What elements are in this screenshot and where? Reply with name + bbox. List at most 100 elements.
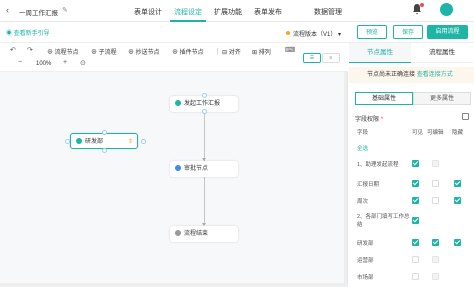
row-label: 运营部	[357, 258, 374, 264]
tab-form-design[interactable]: 表单设计	[134, 7, 162, 17]
zoom-level: 100%	[36, 61, 52, 67]
warning-text: 节点尚未正确连接	[367, 72, 416, 78]
row-label: 研发部	[357, 241, 374, 247]
flow-node-label: 流程节点	[54, 50, 79, 56]
visible-checkbox[interactable]	[412, 256, 419, 263]
editable-checkbox[interactable]	[432, 160, 439, 167]
expand-icon[interactable]	[462, 113, 469, 120]
warning-link[interactable]: 查看连接方式	[417, 72, 453, 78]
top-bar: ‹ 一周工作汇报 ✎ 表单设计 流程设定 扩展功能 表单发布 数据管理	[0, 0, 474, 22]
tab-flow-properties[interactable]: 流程属性	[411, 43, 473, 63]
toolbar-top: ↶ ↷ ⊕ 流程节点 ⊕ 子流程 ⊕ 抄送节点 ⊕ 插件节点 ⊟ 对齐 ⊞ 排列…	[0, 43, 348, 58]
review-node-icon	[175, 165, 181, 171]
insert-node-tool[interactable]: ⊕ 插件节点	[172, 47, 204, 56]
align-tool[interactable]: ⊟ 对齐	[222, 47, 241, 56]
field-permission-title: 字段权限 *	[355, 114, 383, 123]
align-label: 对齐	[228, 50, 241, 56]
end-node-label: 流程结束	[184, 231, 209, 237]
visible-checkbox[interactable]	[412, 217, 419, 224]
arrange-label: 排列	[258, 50, 271, 56]
visible-checkbox[interactable]	[412, 273, 419, 280]
dept-node-label: 研发部	[85, 139, 104, 145]
sub-bar: ◉ 查看新手引导 流程版本（V1） ▾ 预览 保存 启用流程	[0, 22, 474, 43]
view-toggle-horizontal[interactable]: ☰	[303, 53, 321, 63]
subtab-more[interactable]: 更多属性	[413, 92, 471, 105]
zoom-out-icon[interactable]: −	[18, 59, 22, 66]
cc-node-tool[interactable]: ⊕ 抄送节点	[128, 47, 160, 56]
row-label: 2、各部门填写工作总结	[357, 214, 410, 228]
editable-checkbox[interactable]	[432, 273, 439, 280]
permission-table-header: 字段 可见 可编辑 隐藏	[355, 128, 471, 138]
start-node-icon	[175, 100, 181, 106]
version-status-dot	[286, 31, 290, 35]
version-select[interactable]: 流程版本（V1） ▾	[286, 29, 341, 38]
row-label: 汇报日期	[357, 182, 380, 188]
end-node[interactable]: 流程结束	[170, 226, 238, 242]
node-handle[interactable]	[102, 130, 107, 135]
flow-node-tool[interactable]: ⊕ 流程节点	[47, 47, 79, 56]
toolbar-divider	[217, 48, 218, 55]
select-all-link[interactable]: 全选	[357, 144, 368, 152]
flow-canvas[interactable]: ↶ ↷ ⊕ 流程节点 ⊕ 子流程 ⊕ 抄送节点 ⊕ 插件节点 ⊟ 对齐 ⊞ 排列…	[0, 43, 348, 287]
required-mark: *	[380, 117, 384, 123]
vertical-scrollbar[interactable]	[344, 72, 347, 283]
enable-flow-button[interactable]: 启用流程	[427, 25, 468, 39]
back-arrow-icon[interactable]: ‹	[6, 5, 9, 15]
review-node-label: 审批节点	[184, 166, 209, 172]
undo-icon[interactable]: ↶	[10, 46, 16, 54]
visible-checkbox[interactable]	[412, 197, 419, 204]
row-label: 1、助理发起流程	[357, 162, 399, 168]
zoom-in-icon[interactable]: +	[63, 59, 67, 66]
dept-node[interactable]: 研发部 ⇕	[70, 133, 138, 149]
sub-flow-label: 子流程	[98, 50, 117, 56]
row-label: 周次	[357, 199, 369, 205]
preview-button[interactable]: 预览	[357, 25, 387, 39]
editable-checkbox[interactable]	[432, 256, 439, 263]
hidden-checkbox[interactable]	[454, 197, 461, 204]
arrange-tool[interactable]: ⊞ 排列	[252, 47, 271, 56]
editable-checkbox[interactable]	[432, 197, 439, 204]
tab-form-publish[interactable]: 表单发布	[254, 7, 282, 17]
redo-icon[interactable]: ↷	[27, 46, 33, 54]
node-handle[interactable]	[141, 139, 146, 144]
tab-data-management[interactable]: 数据管理	[314, 7, 342, 17]
form-title: 一周工作汇报	[19, 10, 58, 17]
tab-node-properties[interactable]: 节点属性	[349, 43, 411, 63]
col-field: 字段	[357, 130, 369, 136]
node-handle[interactable]	[202, 109, 207, 114]
section-title-label: 字段权限	[355, 117, 380, 123]
visible-checkbox[interactable]	[412, 239, 419, 246]
properties-panel: 节点属性 流程属性 节点尚未正确连接 查看连接方式 基础属性 更多属性 字段权限…	[349, 43, 474, 287]
hidden-checkbox[interactable]	[454, 239, 461, 246]
start-node-label: 发起工作汇报	[184, 101, 221, 107]
node-handle[interactable]	[102, 148, 107, 153]
editable-checkbox[interactable]	[432, 239, 439, 246]
version-label: 流程版本（V1）	[293, 32, 337, 38]
editable-checkbox[interactable]	[432, 180, 439, 187]
end-node-icon	[175, 230, 181, 236]
col-visible: 可见	[412, 130, 424, 136]
save-button[interactable]: 保存	[393, 25, 423, 39]
fit-view-icon[interactable]: ⊙	[80, 59, 86, 67]
guide-link[interactable]: ◉ 查看新手引导	[6, 28, 50, 37]
col-hidden: 隐藏	[452, 130, 464, 136]
visible-checkbox[interactable]	[412, 180, 419, 187]
review-node[interactable]: 审批节点	[170, 161, 238, 177]
visible-checkbox[interactable]	[412, 160, 419, 167]
subtab-basic[interactable]: 基础属性	[355, 92, 413, 105]
sub-flow-tool[interactable]: ⊕ 子流程	[91, 47, 117, 56]
connector-line	[204, 177, 205, 225]
cc-node-label: 抄送节点	[135, 50, 160, 56]
keyboard-icon[interactable]: ⌨	[285, 46, 295, 54]
horizontal-scrollbar[interactable]	[0, 283, 348, 287]
tab-flow-settings[interactable]: 流程设定	[174, 7, 202, 17]
connection-warning: 节点尚未正确连接 查看连接方式	[349, 67, 474, 83]
sort-icon[interactable]: ⇕	[128, 134, 133, 150]
edit-title-icon[interactable]: ✎	[62, 6, 68, 14]
view-toggle-vertical[interactable]: ≡	[322, 53, 340, 63]
node-handle[interactable]	[202, 93, 207, 98]
node-handle[interactable]	[65, 139, 70, 144]
avatar[interactable]	[440, 3, 453, 16]
hidden-checkbox[interactable]	[454, 180, 461, 187]
tab-extensions[interactable]: 扩展功能	[214, 7, 242, 17]
